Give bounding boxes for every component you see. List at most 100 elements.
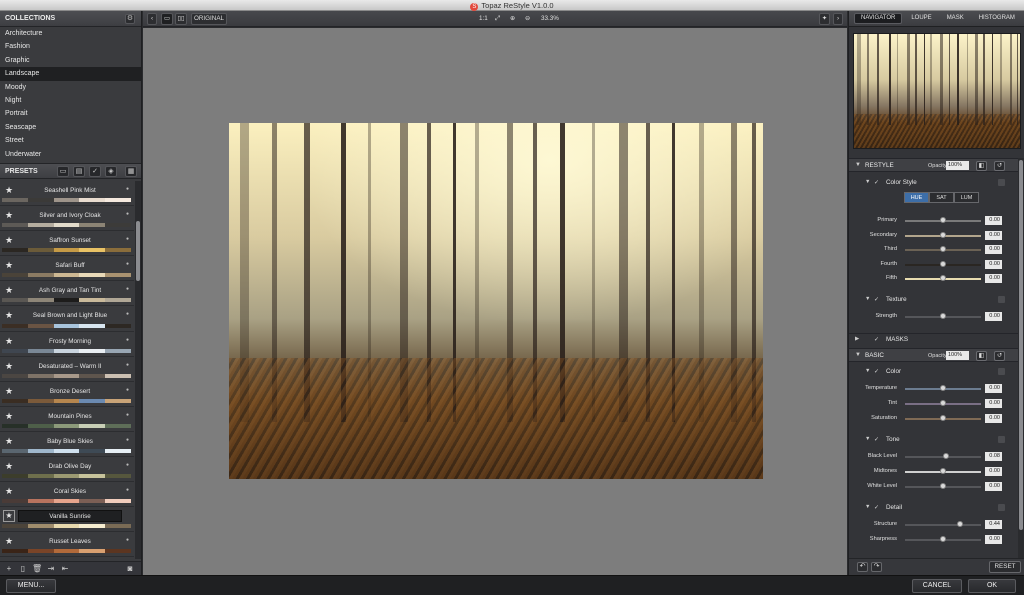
color-options-icon[interactable]	[998, 368, 1005, 375]
color-enable-checkbox[interactable]: ✓	[874, 368, 879, 375]
original-button[interactable]: ORIGINAL	[191, 13, 227, 25]
tone-options-icon[interactable]	[998, 436, 1005, 443]
duplicate-icon[interactable]: ▯	[18, 564, 28, 574]
basic-section-header[interactable]: ▼ BASIC Opacity: 100% ◧ ↺	[849, 348, 1019, 362]
slider-knob[interactable]	[956, 521, 963, 527]
slider-knob[interactable]	[940, 260, 946, 267]
favorite-star-icon[interactable]: ★	[5, 486, 13, 497]
cancel-button[interactable]: CANCEL	[912, 579, 962, 593]
preset-item[interactable]: ★ Mountain Pines ●	[0, 407, 134, 432]
collections-settings-gear-icon[interactable]: ⚙	[125, 14, 135, 24]
disclosure-triangle-icon[interactable]: ▼	[865, 504, 870, 510]
slider-knob[interactable]	[940, 468, 946, 474]
preset-item[interactable]: ★ Coral Skies ●	[0, 482, 134, 508]
slider-value-input[interactable]: 0.00	[985, 216, 1002, 225]
slider-knob[interactable]	[940, 217, 946, 223]
ok-button[interactable]: OK	[968, 579, 1016, 593]
favorite-star-icon[interactable]: ★	[5, 210, 13, 221]
texture-options-icon[interactable]	[998, 296, 1005, 303]
preset-scrollbar[interactable]	[135, 181, 141, 559]
color-style-options-icon[interactable]	[998, 179, 1005, 186]
favorite-star-icon[interactable]: ★	[5, 461, 13, 472]
tab-loupe[interactable]: LOUPE	[905, 13, 937, 24]
slider-value-input[interactable]: 0.00	[985, 312, 1002, 321]
zoom-in-icon[interactable]: ⊕	[510, 13, 515, 25]
slider-knob[interactable]	[940, 313, 946, 319]
texture-subsection-header[interactable]: ▼ ✓ Texture	[849, 294, 1019, 306]
collection-item-moody[interactable]: Moody	[0, 81, 141, 94]
zoom-out-icon[interactable]: ⊖	[525, 13, 530, 25]
detail-options-icon[interactable]	[998, 504, 1005, 511]
grid-view-icon[interactable]: ▦	[125, 166, 137, 177]
disclosure-triangle-icon[interactable]: ▼	[855, 352, 861, 358]
favorite-star-icon[interactable]: ★	[5, 285, 13, 296]
restyle-section-header[interactable]: ▼ RESTYLE Opacity: 100% ◧ ↺	[849, 158, 1019, 172]
slider-value-input[interactable]: 0.00	[985, 259, 1002, 269]
slider-value-input[interactable]: 0.00	[985, 384, 1002, 393]
slider-value-input[interactable]: 0.00	[985, 467, 1002, 476]
new-folder-icon[interactable]: ▭	[57, 166, 69, 177]
preset-item[interactable]: ★ Silver and Ivory Cloak ●	[0, 206, 134, 232]
collection-item-architecture[interactable]: Architecture	[0, 27, 141, 40]
slider-knob[interactable]	[940, 400, 946, 406]
disclosure-triangle-icon[interactable]: ▶	[855, 336, 859, 342]
preset-item[interactable]: ★ Bronze Desert ●	[0, 382, 134, 407]
slider-knob[interactable]	[940, 536, 946, 542]
disclosure-triangle-icon[interactable]: ▼	[865, 368, 870, 374]
reset-section-icon[interactable]: ↺	[994, 161, 1005, 171]
preset-item[interactable]: ★ Saffron Sunset ●	[0, 231, 134, 257]
trash-icon[interactable]: 🗑	[32, 564, 42, 574]
compare-icon[interactable]: ◧	[976, 351, 987, 361]
redo-arrow-icon[interactable]: ↷	[871, 562, 882, 572]
mode-lum-button[interactable]: LUM	[954, 192, 979, 203]
collection-item-landscape[interactable]: Landscape	[0, 67, 141, 81]
preset-item[interactable]: ★ Ash Gray and Tan Tint ●	[0, 281, 134, 307]
favorite-star-icon[interactable]: ★	[5, 536, 13, 547]
slider-knob[interactable]	[940, 275, 946, 281]
favorite-star-icon[interactable]: ★	[3, 510, 15, 523]
slider-knob[interactable]	[940, 385, 946, 391]
collapse-right-chevron-icon[interactable]: ›	[833, 13, 843, 25]
folder-icon[interactable]: ▤	[73, 166, 85, 177]
slider-value-input[interactable]: 0.00	[985, 399, 1002, 408]
texture-enable-checkbox[interactable]: ✓	[874, 296, 879, 303]
slider-value-input[interactable]: 0.00	[985, 274, 1002, 283]
mode-hue-button[interactable]: HUE	[904, 192, 929, 203]
color-subsection-header[interactable]: ▼ ✓ Color	[849, 366, 1019, 378]
favorite-star-icon[interactable]: ★	[5, 310, 13, 321]
opacity-input[interactable]: 100%	[946, 161, 969, 170]
detail-enable-checkbox[interactable]: ✓	[874, 504, 879, 511]
disclosure-triangle-icon[interactable]: ▼	[865, 436, 870, 442]
preset-item[interactable]: ★ Seashell Pink Mist ●	[0, 181, 134, 207]
preview-canvas[interactable]	[143, 28, 847, 575]
tag-icon[interactable]: ◈	[105, 166, 117, 177]
slider-value-input[interactable]: 0.00	[985, 482, 1002, 491]
favorites-folder-icon[interactable]: ✓	[89, 166, 101, 177]
reset-section-icon[interactable]: ↺	[994, 351, 1005, 361]
preset-scrollbar-thumb[interactable]	[136, 221, 140, 281]
slider-value-input[interactable]: 0.00	[985, 230, 1002, 240]
disclosure-triangle-icon[interactable]: ▼	[865, 179, 870, 185]
single-view-icon[interactable]: ▭	[161, 13, 173, 25]
favorite-star-icon[interactable]: ★	[5, 185, 13, 196]
favorite-star-icon[interactable]: ★	[5, 361, 13, 372]
mode-sat-button[interactable]: SAT	[929, 192, 954, 203]
undo-arrow-icon[interactable]: ↶	[857, 562, 868, 572]
preset-item[interactable]: ★ Vanilla Sunrise	[0, 507, 134, 533]
opacity-input[interactable]: 100%	[946, 351, 969, 360]
masks-section-header[interactable]: ▶ ✓ MASKS	[849, 333, 1019, 345]
preset-item[interactable]: ★ Frosty Morning ●	[0, 332, 134, 357]
preset-item[interactable]: ★ Seal Brown and Light Blue ●	[0, 306, 134, 332]
add-icon[interactable]: +	[4, 564, 14, 574]
favorite-star-icon[interactable]: ★	[5, 411, 13, 422]
menu-button[interactable]: MENU...	[6, 579, 56, 593]
tone-enable-checkbox[interactable]: ✓	[874, 436, 879, 443]
camera-icon[interactable]: ◙	[125, 564, 135, 574]
slider-knob[interactable]	[943, 453, 950, 459]
favorite-star-icon[interactable]: ★	[5, 386, 13, 397]
pin-icon[interactable]: ✦	[819, 13, 830, 25]
preset-item[interactable]: ★ Drab Olive Day ●	[0, 457, 134, 483]
export-icon[interactable]: ⇤	[60, 564, 70, 574]
adjustments-scrollbar[interactable]	[1018, 158, 1024, 558]
slider-value-input[interactable]: 0.00	[985, 245, 1002, 254]
